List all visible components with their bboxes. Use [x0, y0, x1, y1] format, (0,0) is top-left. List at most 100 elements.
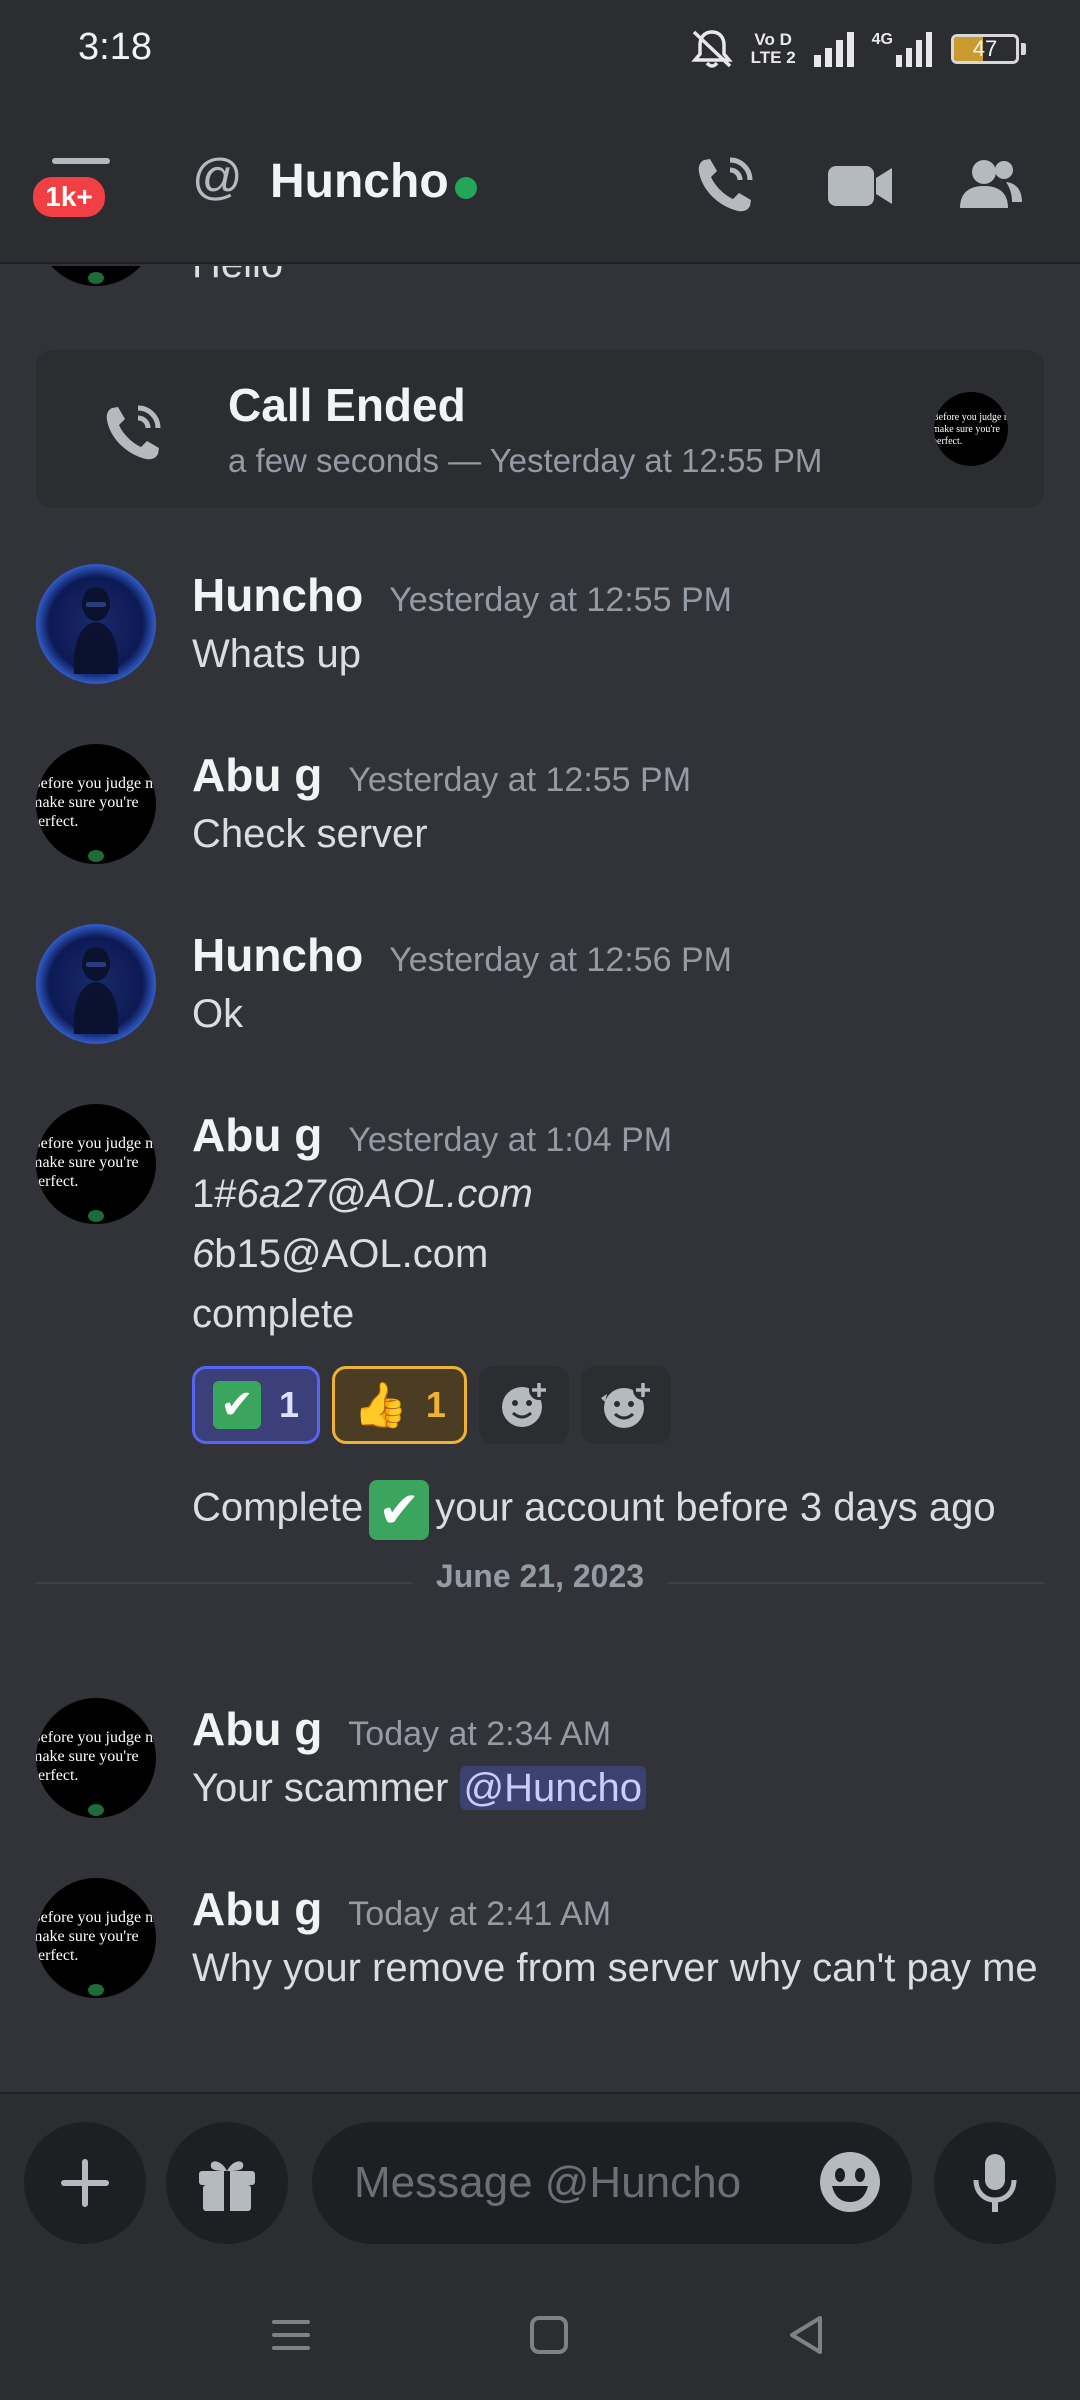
- call-ended-title: Call Ended: [228, 379, 466, 431]
- avatar-quote: Before you judge me, make sure you're pe…: [36, 1909, 156, 1964]
- message-timestamp: Today at 2:41 AM: [348, 1895, 612, 1933]
- volte-icon: Vo D LTE 2: [751, 31, 796, 67]
- message-line: 6b15@AOL.com: [192, 1232, 488, 1277]
- unread-badge: 1k+: [28, 172, 110, 222]
- message-composer: Message @Huncho: [0, 2092, 1080, 2272]
- message-timestamp: Yesterday at 12:56 PM: [389, 941, 732, 979]
- message-timestamp: Today at 2:34 AM: [348, 1715, 612, 1753]
- message-author[interactable]: Abu g: [192, 1702, 322, 1756]
- message-author[interactable]: Huncho: [192, 568, 363, 622]
- reaction-thumbs-up[interactable]: 👍 1: [332, 1366, 467, 1444]
- check-mark-emoji: ✔: [369, 1480, 430, 1540]
- microphone-icon: [973, 2154, 1017, 2212]
- italic-text-segment: 6: [192, 1232, 215, 1276]
- avatar-huncho[interactable]: [36, 924, 156, 1044]
- members-icon[interactable]: [956, 150, 1026, 220]
- message-author[interactable]: Abu g: [192, 1108, 322, 1162]
- leaf-graphic: [88, 1984, 104, 1996]
- dm-title[interactable]: Huncho: [270, 154, 449, 209]
- message-text: Whats up: [192, 632, 361, 676]
- emoji-icon[interactable]: [816, 2148, 884, 2216]
- text-segment: Your scammer: [192, 1766, 460, 1810]
- status-icons: Vo D LTE 2 4G 47: [689, 26, 1026, 72]
- reaction-count: 1: [425, 1384, 446, 1425]
- text-segment: 1#: [192, 1172, 237, 1216]
- battery-level: 47: [972, 36, 998, 61]
- hooded-figure-graphic: [73, 587, 119, 674]
- avatar-abu-g[interactable]: Before you judge me, make sure you're pe…: [36, 1104, 156, 1224]
- network-type-label: 4G: [871, 31, 893, 48]
- message-author[interactable]: Abu g: [192, 748, 322, 802]
- reaction-count: 1: [279, 1384, 300, 1425]
- thumbs-up-emoji: 👍: [353, 1381, 408, 1430]
- call-participant-avatar[interactable]: Before you judge me, make sure you're pe…: [934, 392, 1008, 466]
- text-segment: b15@AOL.com: [214, 1232, 489, 1276]
- message-list[interactable]: Before you judge me, make sure you're pe…: [0, 266, 1080, 2092]
- message-timestamp: Yesterday at 1:04 PM: [348, 1121, 673, 1159]
- message-text: Hello: [192, 266, 283, 287]
- italic-text-segment: 6a27@AOL.com: [236, 1172, 533, 1216]
- message-header: Abu g Today at 2:34 AM: [192, 1702, 611, 1756]
- message-line: 1#6a27@AOL.com: [192, 1172, 533, 1217]
- avatar-abu-g[interactable]: Before you judge me, make sure you're pe…: [36, 744, 156, 864]
- recents-icon[interactable]: [266, 2310, 316, 2360]
- call-ended-card: Call Ended a few seconds — Yesterday at …: [36, 350, 1044, 508]
- avatar-quote: Before you judge me, make sure you're pe…: [36, 775, 156, 830]
- message-text: Why your remove from server why can't pa…: [192, 1946, 1038, 1990]
- back-icon[interactable]: [782, 2310, 832, 2360]
- avatar[interactable]: Before you judge me, make sure you're pe…: [36, 266, 156, 286]
- message-line: complete: [192, 1292, 355, 1336]
- gift-button[interactable]: [166, 2122, 288, 2244]
- avatar-huncho[interactable]: [36, 564, 156, 684]
- avatar-quote: Before you judge me, make sure you're pe…: [934, 412, 1008, 447]
- at-sign-icon: @: [192, 149, 243, 205]
- message-header: Abu g Yesterday at 12:55 PM: [192, 748, 691, 802]
- add-super-reaction-button[interactable]: [580, 1366, 671, 1444]
- message-input-placeholder: Message @Huncho: [354, 2158, 742, 2207]
- signal-icon: [813, 32, 854, 67]
- reaction-bar: ✔ 1 👍 1: [192, 1366, 671, 1444]
- signal-icon: [896, 32, 932, 67]
- check-mark-emoji: ✔: [213, 1381, 261, 1429]
- phone-icon[interactable]: [690, 150, 760, 220]
- voice-message-button[interactable]: [934, 2122, 1056, 2244]
- reaction-check-mark[interactable]: ✔ 1: [192, 1366, 321, 1444]
- avatar-quote: Before you judge me, make sure you're pe…: [36, 1729, 156, 1784]
- video-camera-icon[interactable]: [826, 150, 896, 220]
- status-bar: 3:18 Vo D LTE 2 4G 47: [0, 0, 1080, 100]
- attach-button[interactable]: [24, 2122, 146, 2244]
- date-divider: June 21, 2023: [0, 1558, 1080, 1595]
- message-author[interactable]: Huncho: [192, 928, 363, 982]
- gift-icon: [199, 2161, 255, 2211]
- avatar-abu-g[interactable]: Before you judge me, make sure you're pe…: [36, 1698, 156, 1818]
- message-header: Abu g Today at 2:41 AM: [192, 1882, 611, 1936]
- online-status-dot: [455, 177, 477, 199]
- message-text: Your scammer @Huncho: [192, 1766, 646, 1811]
- battery-icon: 47: [951, 34, 1019, 64]
- message-header: Huncho Yesterday at 12:56 PM: [192, 928, 732, 982]
- add-reaction-button[interactable]: [478, 1366, 569, 1444]
- hooded-figure-graphic: [73, 947, 119, 1034]
- message-author[interactable]: Abu g: [192, 1882, 322, 1936]
- call-ended-subtitle: a few seconds — Yesterday at 12:55 PM: [228, 442, 823, 479]
- text-segment: Complete: [192, 1485, 364, 1530]
- message-timestamp: Yesterday at 12:55 PM: [348, 761, 692, 799]
- date-divider-label: June 21, 2023: [411, 1558, 669, 1594]
- message-header: Huncho Yesterday at 12:55 PM: [192, 568, 732, 622]
- battery-cap: [1021, 43, 1026, 55]
- add-reaction-icon: [501, 1380, 549, 1427]
- volte-label-bottom: LTE 2: [750, 48, 796, 67]
- message-line: Complete ✔ your account before 3 days ago: [192, 1480, 996, 1540]
- message-text: Ok: [192, 992, 244, 1036]
- leaf-graphic: [88, 850, 104, 862]
- avatar-abu-g[interactable]: Before you judge me, make sure you're pe…: [36, 1878, 156, 1998]
- plus-icon: [61, 2159, 109, 2207]
- phone-icon: [106, 405, 161, 460]
- message-input[interactable]: Message @Huncho: [312, 2122, 912, 2244]
- mute-bell-icon: [690, 30, 733, 68]
- user-mention[interactable]: @Huncho: [459, 1766, 646, 1810]
- avatar-quote: Before you judge me, make sure you're pe…: [36, 1135, 156, 1190]
- status-time: 3:18: [78, 26, 152, 68]
- channel-header: 1k+ @ Huncho: [0, 100, 1080, 264]
- home-icon[interactable]: [524, 2310, 574, 2360]
